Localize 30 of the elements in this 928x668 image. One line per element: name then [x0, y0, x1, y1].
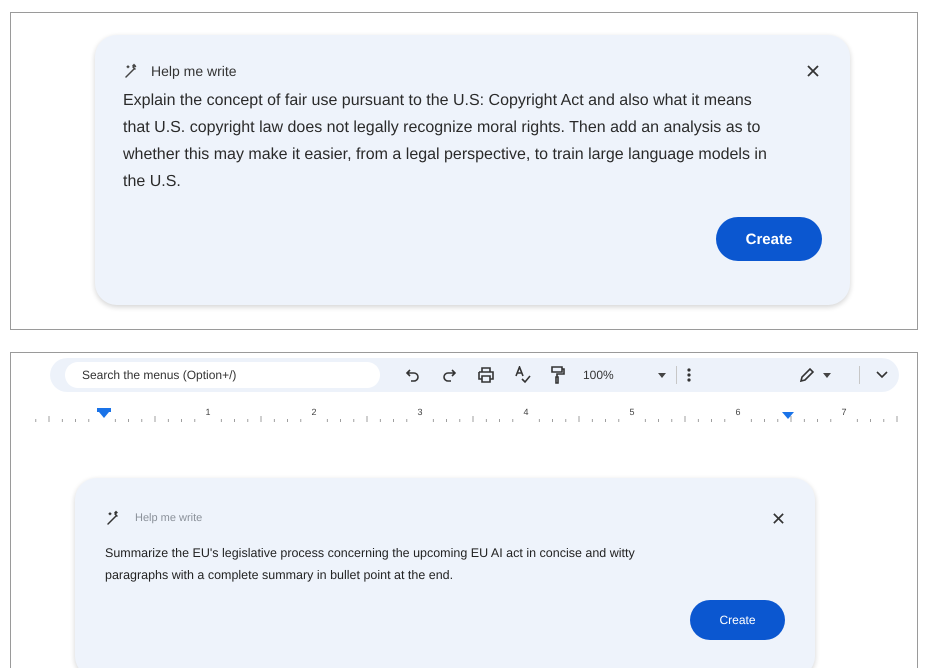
ruler-number: 2 — [312, 407, 316, 417]
more-options-icon[interactable] — [686, 368, 691, 382]
zoom-level[interactable]: 100% — [583, 368, 614, 382]
ruler-number: 6 — [736, 407, 740, 417]
spellcheck-icon[interactable] — [515, 366, 531, 384]
create-button[interactable]: Create — [690, 600, 785, 640]
magic-pencil-icon — [123, 63, 139, 79]
dialog-title: Help me write — [151, 63, 238, 79]
undo-icon[interactable] — [405, 367, 421, 383]
print-icon[interactable] — [477, 367, 495, 383]
indent-marker[interactable] — [97, 408, 111, 418]
pencil-icon[interactable] — [798, 367, 815, 383]
ruler-number: 3 — [418, 407, 422, 417]
ruler-number: 5 — [630, 407, 634, 417]
create-button[interactable]: Create — [716, 217, 822, 261]
chevron-down-icon[interactable] — [876, 371, 888, 379]
dialog-title: Help me write — [135, 512, 204, 524]
indent-marker[interactable] — [782, 412, 794, 419]
search-field[interactable]: Search the menus (Option+/) — [65, 362, 380, 388]
close-icon[interactable] — [772, 512, 785, 524]
close-icon[interactable] — [806, 64, 820, 78]
ruler-number: 1 — [206, 407, 210, 417]
ruler-number: 7 — [842, 407, 846, 417]
redo-icon[interactable] — [441, 367, 457, 383]
caret-icon[interactable] — [658, 372, 666, 378]
prompt-text: Summarize the EU's legislative process concerning the upcoming EU AI act in concise and witty paragraphs with a complete summary in bullet point at the end. — [105, 545, 636, 584]
ruler-number: 4 — [524, 407, 528, 417]
paint-roller-icon[interactable] — [551, 366, 565, 384]
prompt-text: Explain the concept of fair use pursuant to the U.S: Copyright Act and also what it means that U.S. copyright law does not legally recognize moral rights. Then add an analysis as to whether this may make it easier, from a legal perspective, to train large language models in the U.S. — [123, 91, 768, 192]
caret-icon[interactable] — [822, 372, 831, 378]
